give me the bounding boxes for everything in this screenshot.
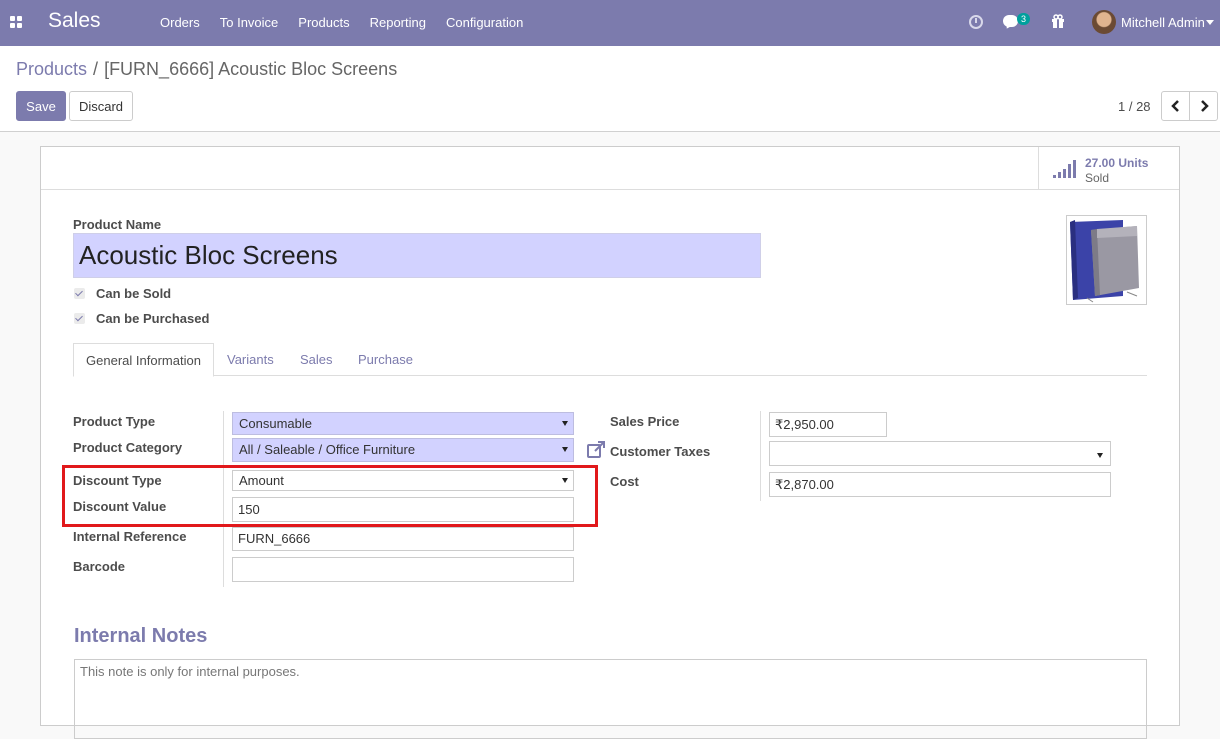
can-be-sold-checkbox[interactable] bbox=[74, 288, 85, 299]
cost-label: Cost bbox=[610, 474, 639, 489]
tab-variants[interactable]: Variants bbox=[227, 343, 274, 376]
activity-clock-icon[interactable] bbox=[969, 15, 983, 29]
internal-reference-input[interactable]: FURN_6666 bbox=[232, 527, 574, 551]
chevron-left-icon bbox=[1171, 100, 1179, 112]
internal-notes-textarea[interactable]: This note is only for internal purposes. bbox=[74, 659, 1147, 739]
control-panel: Products / [FURN_6666] Acoustic Bloc Scree… bbox=[0, 46, 1220, 132]
product-image[interactable] bbox=[1066, 215, 1147, 305]
internal-notes-title: Internal Notes bbox=[74, 625, 208, 647]
sales-price-label: Sales Price bbox=[610, 414, 680, 429]
discard-button[interactable]: Discard bbox=[69, 91, 133, 121]
product-type-select[interactable]: Consumable bbox=[232, 412, 574, 435]
tab-sales[interactable]: Sales bbox=[300, 343, 333, 376]
notebook-tabs: General Information Variants Sales Purch… bbox=[73, 343, 1147, 377]
dropdown-caret-icon bbox=[562, 421, 568, 426]
dropdown-caret-icon bbox=[562, 447, 568, 452]
user-name[interactable]: Mitchell Admin bbox=[1121, 15, 1205, 30]
discount-highlight-box bbox=[62, 465, 598, 527]
menu-item-configuration[interactable]: Configuration bbox=[446, 15, 523, 30]
user-menu-caret-icon[interactable] bbox=[1206, 20, 1214, 25]
product-name-label: Product Name bbox=[73, 217, 162, 232]
product-type-label: Product Type bbox=[73, 414, 156, 429]
tab-general-information[interactable]: General Information bbox=[73, 343, 214, 377]
pager-next-button[interactable] bbox=[1189, 91, 1218, 121]
chat-count-badge: 3 bbox=[1017, 13, 1031, 25]
product-category-select[interactable]: All / Saleable / Office Furniture bbox=[232, 438, 574, 462]
breadcrumb-products-link[interactable]: Products bbox=[16, 59, 87, 79]
internal-reference-label: Internal Reference bbox=[73, 529, 187, 544]
bar-chart-icon bbox=[1053, 160, 1076, 178]
units-sold-button[interactable]: 27.00 Units Sold bbox=[1038, 147, 1179, 189]
units-sold-label: Sold bbox=[1085, 171, 1110, 185]
barcode-input[interactable] bbox=[232, 557, 574, 582]
menu-item-to-invoice[interactable]: To Invoice bbox=[220, 15, 279, 30]
menu-item-products[interactable]: Products bbox=[298, 15, 349, 30]
can-be-sold-label[interactable]: Can be Sold bbox=[96, 286, 171, 301]
product-name-input[interactable]: Acoustic Bloc Screens bbox=[73, 233, 761, 278]
menu-item-reporting[interactable]: Reporting bbox=[370, 15, 426, 30]
customer-taxes-select[interactable] bbox=[769, 441, 1111, 466]
form-sheet: 27.00 Units Sold Product Name Acoustic B… bbox=[40, 146, 1180, 739]
app-title: Sales bbox=[48, 9, 101, 32]
save-button[interactable]: Save bbox=[16, 91, 66, 121]
can-be-purchased-checkbox[interactable] bbox=[74, 313, 85, 324]
product-category-label: Product Category bbox=[73, 440, 183, 455]
user-avatar[interactable] bbox=[1092, 10, 1116, 34]
chat-icon[interactable] bbox=[1003, 15, 1018, 27]
main-menu: Orders To Invoice Products Reporting Con… bbox=[160, 15, 543, 30]
dropdown-caret-icon bbox=[1097, 453, 1103, 458]
top-navbar: Sales Orders To Invoice Products Reporti… bbox=[0, 0, 1220, 46]
smart-button-box: 27.00 Units Sold bbox=[41, 147, 1179, 190]
acoustic-screen-picture bbox=[1067, 216, 1146, 304]
tab-purchase[interactable]: Purchase bbox=[358, 343, 413, 376]
chevron-right-icon bbox=[1201, 100, 1209, 112]
breadcrumb: Products / [FURN_6666] Acoustic Bloc Scree… bbox=[16, 59, 397, 80]
menu-item-orders[interactable]: Orders bbox=[160, 15, 200, 30]
sales-price-input[interactable]: ₹2,950.00 bbox=[769, 412, 887, 437]
pager-value[interactable]: 1 / 28 bbox=[1118, 99, 1151, 114]
breadcrumb-separator: / bbox=[93, 59, 99, 79]
right-column-divider bbox=[760, 411, 761, 501]
cost-input[interactable]: ₹2,870.00 bbox=[769, 472, 1111, 497]
can-be-purchased-label[interactable]: Can be Purchased bbox=[96, 311, 209, 326]
external-link-icon[interactable] bbox=[586, 440, 606, 460]
product-category-value: All / Saleable / Office Furniture bbox=[239, 442, 416, 457]
barcode-label: Barcode bbox=[73, 559, 126, 574]
apps-menu-icon[interactable] bbox=[10, 16, 22, 28]
product-type-value: Consumable bbox=[239, 416, 312, 431]
gift-icon[interactable] bbox=[1051, 14, 1065, 28]
units-sold-value: 27.00 Units bbox=[1085, 156, 1149, 170]
pager-previous-button[interactable] bbox=[1161, 91, 1190, 121]
breadcrumb-current: [FURN_6666] Acoustic Bloc Screens bbox=[104, 59, 398, 79]
customer-taxes-label: Customer Taxes bbox=[610, 444, 711, 459]
